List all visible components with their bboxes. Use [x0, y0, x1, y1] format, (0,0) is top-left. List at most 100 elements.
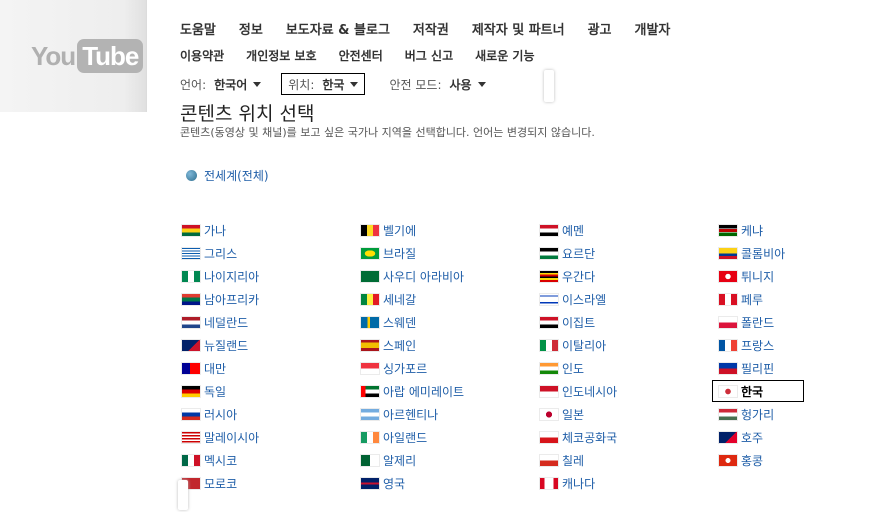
country-link-greece[interactable]: 그리스	[182, 244, 237, 262]
country-link-mexico[interactable]: 멕시코	[182, 451, 237, 469]
country-link-uganda[interactable]: 우간다	[540, 267, 595, 285]
country-link-singapore[interactable]: 싱가포르	[361, 359, 427, 377]
flag-colombia-icon	[719, 247, 737, 259]
country-label: 러시아	[204, 407, 238, 422]
flag-brazil-icon	[361, 247, 379, 259]
country-label: 튀니지	[741, 269, 775, 284]
flag-czech-icon	[540, 431, 558, 443]
country-link-canada[interactable]: 캐나다	[540, 474, 595, 492]
nav-terms[interactable]: 이용약관	[180, 47, 224, 64]
flag-france-icon	[719, 339, 737, 351]
country-link-netherlands[interactable]: 네덜란드	[182, 313, 248, 331]
nav-privacy[interactable]: 개인정보 보호	[246, 47, 316, 64]
country-link-malaysia[interactable]: 말레이시아	[182, 428, 259, 446]
country-link-hong-kong[interactable]: 홍콩	[719, 451, 763, 469]
country-label: 페루	[741, 292, 764, 307]
country-link-indonesia[interactable]: 인도네시아	[540, 382, 617, 400]
worldwide-link[interactable]: 전세계(전체)	[186, 167, 269, 184]
flag-nigeria-icon	[182, 270, 200, 282]
country-label: 콜롬비아	[741, 246, 786, 261]
country-link-nigeria[interactable]: 나이지리아	[182, 267, 259, 285]
flag-india-icon	[540, 362, 558, 374]
country-label: 호주	[741, 430, 764, 445]
flag-philippines-icon	[719, 362, 737, 374]
chevron-down-icon	[477, 81, 486, 87]
country-label: 스페인	[383, 338, 417, 353]
nav-press-blog[interactable]: 보도자료 & 블로그	[286, 19, 390, 38]
flag-canada-icon	[540, 477, 558, 489]
country-label: 알제리	[383, 453, 417, 468]
country-label: 홍콩	[741, 453, 764, 468]
country-label: 벨기에	[383, 223, 417, 238]
country-link-colombia[interactable]: 콜롬비아	[719, 244, 785, 262]
country-link-tunisia[interactable]: 튀니지	[719, 267, 774, 285]
country-link-poland[interactable]: 폴란드	[719, 313, 774, 331]
country-link-senegal[interactable]: 세네갈	[361, 290, 416, 308]
country-link-peru[interactable]: 페루	[719, 290, 763, 308]
country-link-philippines[interactable]: 필리핀	[719, 359, 774, 377]
flag-greece-icon	[182, 247, 200, 259]
nav-safety-center[interactable]: 안전센터	[339, 47, 383, 64]
safety-label: 안전 모드:	[389, 77, 442, 92]
nav-copyright[interactable]: 저작권	[413, 19, 449, 38]
country-label: 아일랜드	[383, 430, 428, 445]
country-link-uae[interactable]: 아랍 에미레이트	[361, 382, 464, 400]
chevron-down-icon	[350, 81, 359, 87]
country-label: 이스라엘	[562, 292, 607, 307]
safety-mode-picker[interactable]: 안전 모드: 사용	[383, 74, 491, 94]
country-label: 한국	[741, 384, 764, 399]
flag-hong-kong-icon	[719, 454, 737, 466]
youtube-logo[interactable]: You Tube	[31, 39, 144, 73]
nav-whats-new[interactable]: 새로운 기능	[475, 47, 534, 64]
country-label: 프랑스	[741, 338, 775, 353]
country-link-yemen[interactable]: 예멘	[540, 221, 584, 239]
flag-uk-icon	[361, 477, 379, 489]
country-link-saudi-arabia[interactable]: 사우디 아라비아	[361, 267, 464, 285]
nav-advertising[interactable]: 광고	[588, 19, 612, 38]
country-link-new-zealand[interactable]: 뉴질랜드	[182, 336, 248, 354]
country-link-uk[interactable]: 영국	[361, 474, 405, 492]
country-link-india[interactable]: 인도	[540, 359, 584, 377]
country-link-egypt[interactable]: 이집트	[540, 313, 595, 331]
country-link-jordan[interactable]: 요르단	[540, 244, 595, 262]
scroll-marker	[178, 480, 188, 510]
country-link-spain[interactable]: 스페인	[361, 336, 416, 354]
country-link-israel[interactable]: 이스라엘	[540, 290, 606, 308]
country-label: 독일	[204, 384, 227, 399]
country-link-australia[interactable]: 호주	[719, 428, 763, 446]
country-link-hungary[interactable]: 헝가리	[719, 405, 774, 423]
country-label: 브라질	[383, 246, 417, 261]
country-link-italy[interactable]: 이탈리아	[540, 336, 606, 354]
location-picker[interactable]: 위치: 한국	[281, 73, 366, 95]
logo-tube: Tube	[77, 39, 144, 73]
language-picker[interactable]: 언어: 한국어	[180, 74, 267, 94]
country-link-germany[interactable]: 독일	[182, 382, 226, 400]
country-link-korea[interactable]: 한국	[712, 380, 805, 402]
nav-developers[interactable]: 개발자	[635, 19, 671, 38]
flag-poland-icon	[719, 316, 737, 328]
country-link-south-africa[interactable]: 남아프리카	[182, 290, 259, 308]
country-link-argentina[interactable]: 아르헨티나	[361, 405, 438, 423]
nav-help[interactable]: 도움말	[180, 19, 216, 38]
country-link-chile[interactable]: 칠레	[540, 451, 584, 469]
country-link-ghana[interactable]: 가나	[182, 221, 226, 239]
nav-creators-partners[interactable]: 제작자 및 파트너	[472, 19, 565, 38]
country-link-japan[interactable]: 일본	[540, 405, 584, 423]
flag-chile-icon	[540, 454, 558, 466]
country-link-ireland[interactable]: 아일랜드	[361, 428, 427, 446]
country-link-morocco[interactable]: 모로코	[182, 474, 237, 492]
country-link-taiwan[interactable]: 대만	[182, 359, 226, 377]
country-link-sweden[interactable]: 스웨덴	[361, 313, 416, 331]
nav-about[interactable]: 정보	[239, 19, 263, 38]
country-link-brazil[interactable]: 브라질	[361, 244, 416, 262]
country-label: 그리스	[204, 246, 238, 261]
flag-sweden-icon	[361, 316, 379, 328]
country-link-france[interactable]: 프랑스	[719, 336, 774, 354]
flag-australia-icon	[719, 431, 737, 443]
nav-report-bug[interactable]: 버그 신고	[405, 47, 453, 64]
country-link-czech[interactable]: 체코공화국	[540, 428, 617, 446]
country-link-algeria[interactable]: 알제리	[361, 451, 416, 469]
country-link-kenya[interactable]: 케냐	[719, 221, 763, 239]
country-link-belgium[interactable]: 벨기에	[361, 221, 416, 239]
country-link-russia[interactable]: 러시아	[182, 405, 237, 423]
